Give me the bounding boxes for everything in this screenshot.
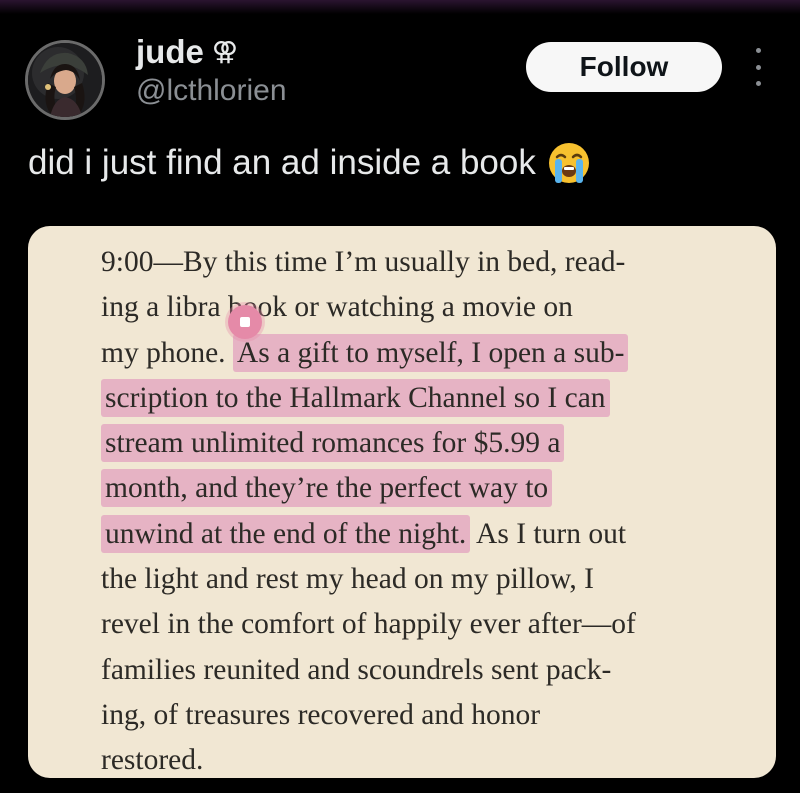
book-line: unwind at the end of the night. As I tur… bbox=[101, 512, 761, 557]
more-dot bbox=[755, 48, 761, 53]
book-line: families reunited and scoundrels sent pa… bbox=[101, 653, 612, 686]
highlighted-text[interactable]: unwind at the end of the night. bbox=[101, 514, 471, 553]
book-line: month, and they’re the perfect way to bbox=[101, 466, 761, 511]
book-line: scription to the Hallmark Channel so I c… bbox=[101, 376, 761, 421]
book-line: my phone. As a gift to myself, I open a … bbox=[101, 331, 761, 376]
book-line: stream unlimited romances for $5.99 a bbox=[101, 421, 761, 466]
name-row: jude ⚢ bbox=[136, 30, 238, 74]
book-line: ing, of treasures recovered and honor bbox=[101, 698, 541, 731]
book-line: ing a libra book or watching a movie on bbox=[101, 291, 573, 324]
display-name[interactable]: jude bbox=[136, 33, 204, 71]
highlighted-text[interactable]: stream unlimited romances for $5.99 a bbox=[101, 424, 565, 463]
avatar-image bbox=[28, 43, 102, 117]
highlighted-text[interactable]: As a gift to myself, I open a sub- bbox=[232, 333, 629, 372]
user-handle[interactable]: @lcthlorien bbox=[136, 74, 287, 108]
follow-button[interactable]: Follow bbox=[526, 42, 722, 92]
avatar[interactable] bbox=[25, 40, 105, 120]
book-page-image[interactable]: 9:00—By this time I’m usually in bed, re… bbox=[28, 226, 776, 778]
more-dot bbox=[755, 81, 761, 86]
book-line: the light and rest my head on my pillow,… bbox=[101, 563, 594, 596]
book-text: 9:00—By this time I’m usually in bed, re… bbox=[101, 240, 761, 778]
more-dot bbox=[755, 64, 761, 70]
post-card: jude ⚢ @lcthlorien Follow did i just fin… bbox=[0, 0, 800, 793]
lesbian-symbol-icon: ⚢ bbox=[211, 37, 238, 67]
more-vertical-icon[interactable] bbox=[749, 48, 767, 86]
highlighted-text[interactable]: scription to the Hallmark Channel so I c… bbox=[101, 378, 610, 417]
book-line: restored. bbox=[101, 744, 204, 777]
post-text-content: did i just find an ad inside a book bbox=[28, 143, 536, 182]
selection-handle[interactable] bbox=[228, 305, 262, 339]
highlighted-text[interactable]: month, and they’re the perfect way to bbox=[101, 469, 553, 508]
book-line: 9:00—By this time I’m usually in bed, re… bbox=[101, 246, 626, 278]
post-text: did i just find an ad inside a book bbox=[28, 140, 592, 186]
book-line: revel in the comfort of happily ever aft… bbox=[101, 608, 636, 641]
loudly-crying-face-icon bbox=[548, 143, 589, 183]
